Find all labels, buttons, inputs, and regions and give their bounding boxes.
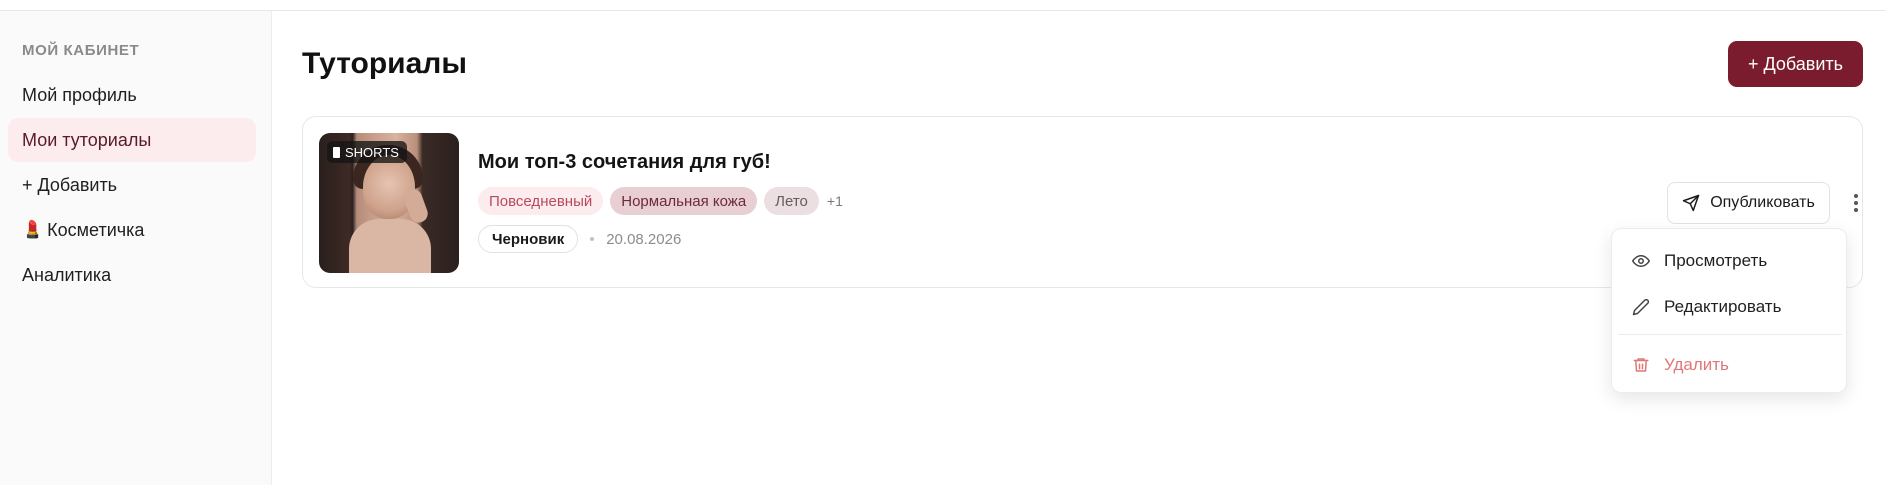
sidebar-item-analytics[interactable]: Аналитика: [8, 253, 256, 297]
add-tutorial-button[interactable]: + Добавить: [1728, 41, 1863, 87]
status-badge: Черновик: [478, 225, 579, 253]
sidebar-item-label: Косметичка: [47, 219, 145, 240]
sidebar-item-label: Мой профиль: [22, 84, 137, 105]
eye-icon: [1632, 252, 1650, 270]
sidebar-item-profile[interactable]: Мой профиль: [8, 73, 256, 117]
trash-icon: [1632, 356, 1650, 374]
tutorial-title[interactable]: Мои топ-3 сочетания для губ!: [478, 151, 771, 174]
status-row: Черновик 20.08.2026: [478, 225, 681, 253]
tag: Повседневный: [478, 187, 604, 215]
menu-item-delete[interactable]: Удалить: [1618, 345, 1842, 385]
tag-list: Повседневный Нормальная кожа Лето +1: [478, 187, 843, 215]
sidebar-section-label: МОЙ КАБИНЕТ: [22, 42, 140, 59]
phone-icon: [333, 146, 340, 158]
actions-dropdown-menu: Просмотреть Редактировать Удалить: [1611, 228, 1847, 393]
menu-item-edit[interactable]: Редактировать: [1618, 287, 1842, 327]
menu-divider: [1618, 334, 1842, 335]
shorts-badge: SHORTS: [327, 141, 407, 163]
menu-item-label: Удалить: [1664, 355, 1729, 374]
sidebar-item-cosmetic-bag[interactable]: 💄 Косметичка: [8, 208, 256, 252]
lipstick-icon: 💄: [22, 220, 44, 239]
sidebar-item-label: Аналитика: [22, 264, 112, 285]
top-bar: [0, 0, 1885, 11]
tutorial-date: 20.08.2026: [606, 230, 682, 248]
publish-button[interactable]: Опубликовать: [1667, 182, 1830, 224]
tag: Нормальная кожа: [610, 187, 758, 215]
more-vertical-icon[interactable]: [1841, 187, 1871, 219]
tag: Лето: [764, 187, 819, 215]
sidebar: МОЙ КАБИНЕТ Мой профиль Мои туториалы + …: [0, 11, 272, 485]
pencil-icon: [1632, 298, 1650, 316]
separator-dot: [590, 237, 595, 241]
sidebar-item-my-tutorials[interactable]: Мои туториалы: [8, 118, 256, 162]
menu-item-view[interactable]: Просмотреть: [1618, 241, 1842, 281]
publish-button-label: Опубликовать: [1710, 194, 1815, 211]
tutorial-thumbnail[interactable]: SHORTS: [319, 133, 459, 273]
menu-item-label: Просмотреть: [1664, 251, 1768, 270]
menu-item-label: Редактировать: [1664, 297, 1782, 316]
sidebar-item-add[interactable]: + Добавить: [8, 163, 256, 207]
sidebar-item-label: + Добавить: [22, 174, 118, 195]
shorts-badge-label: SHORTS: [345, 144, 399, 160]
sidebar-item-label: Мои туториалы: [22, 129, 152, 150]
tags-more-count: +1: [826, 193, 843, 209]
page-title: Туториалы: [302, 47, 467, 80]
send-icon: [1682, 194, 1700, 212]
